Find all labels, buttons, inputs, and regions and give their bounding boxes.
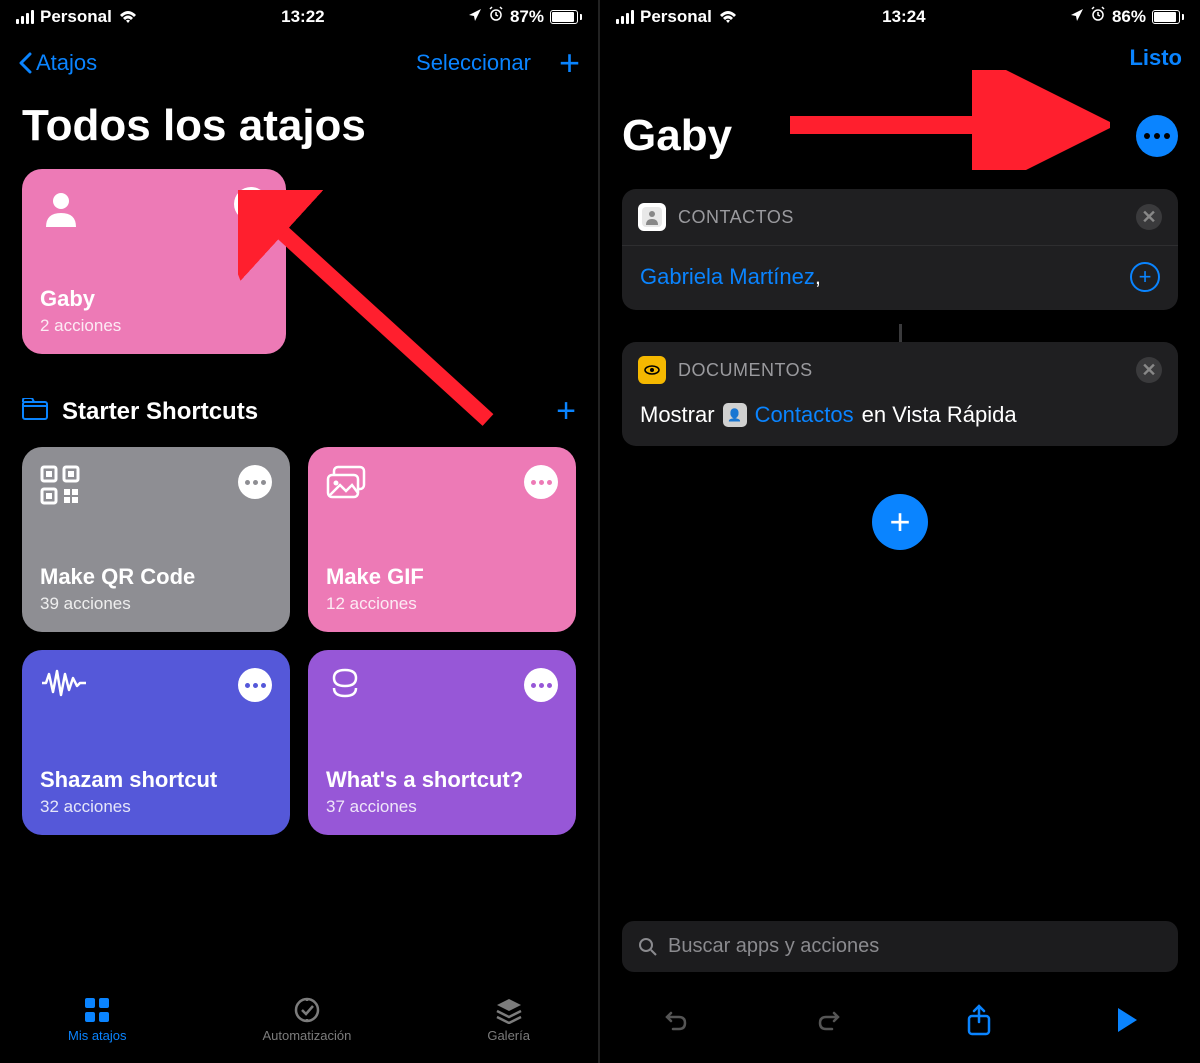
grid-icon <box>83 996 111 1024</box>
card-title: Shazam shortcut <box>40 767 272 793</box>
carrier-label: Personal <box>40 7 112 27</box>
page-title: Todos los atajos <box>0 93 598 169</box>
done-button[interactable]: Listo <box>1129 45 1182 71</box>
back-label: Atajos <box>36 50 97 76</box>
battery-percent: 86% <box>1112 7 1146 27</box>
phone-right-shortcut-editor: Personal 13:24 86% Listo Gaby CONTACTOS … <box>600 0 1200 1063</box>
location-icon <box>468 7 482 27</box>
wave-icon <box>40 668 88 703</box>
qr-icon <box>40 465 80 510</box>
tab-bar: Mis atajos Automatización Galería <box>0 986 598 1063</box>
search-icon <box>638 937 658 957</box>
back-button[interactable]: Atajos <box>18 50 97 76</box>
action-app-name: DOCUMENTOS <box>678 360 1124 381</box>
card-more-button[interactable] <box>234 187 268 221</box>
add-contact-button[interactable]: + <box>1130 262 1160 292</box>
share-button[interactable] <box>966 1004 992 1041</box>
layers-icon <box>326 668 364 711</box>
run-button[interactable] <box>1115 1006 1139 1039</box>
card-more-button[interactable] <box>238 668 272 702</box>
wifi-icon <box>118 10 138 24</box>
add-shortcut-button[interactable]: + <box>559 45 580 81</box>
tab-label: Galería <box>487 1028 530 1043</box>
card-title: What's a shortcut? <box>326 767 558 793</box>
search-placeholder: Buscar apps y acciones <box>668 935 879 958</box>
shortcut-card-qr[interactable]: Make QR Code 39 acciones <box>22 447 290 632</box>
gallery-icon <box>495 996 523 1024</box>
status-bar: Personal 13:22 87% <box>0 0 598 33</box>
variable-token[interactable]: Contactos <box>755 402 854 428</box>
add-action-button[interactable]: + <box>872 494 928 550</box>
shortcut-card-whats[interactable]: What's a shortcut? 37 acciones <box>308 650 576 835</box>
documents-app-icon <box>638 356 666 384</box>
card-subtitle: 12 acciones <box>326 594 558 614</box>
shortcut-card-gaby[interactable]: Gaby 2 acciones <box>22 169 286 354</box>
editor-toolbar <box>600 990 1200 1063</box>
nav-bar: Atajos Seleccionar + <box>0 33 598 93</box>
shortcut-card-shazam[interactable]: Shazam shortcut 32 acciones <box>22 650 290 835</box>
wifi-icon <box>718 10 738 24</box>
tab-my-shortcuts[interactable]: Mis atajos <box>68 996 127 1043</box>
card-more-button[interactable] <box>238 465 272 499</box>
action-app-name: CONTACTOS <box>678 207 1124 228</box>
card-title: Make QR Code <box>40 564 272 590</box>
tab-gallery[interactable]: Galería <box>487 996 530 1043</box>
folder-icon <box>22 398 48 425</box>
tab-automation[interactable]: Automatización <box>262 996 351 1043</box>
select-button[interactable]: Seleccionar <box>416 50 531 76</box>
battery-icon <box>1152 10 1184 24</box>
location-icon <box>1070 7 1084 27</box>
card-subtitle: 2 acciones <box>40 316 268 336</box>
battery-percent: 87% <box>510 7 544 27</box>
card-subtitle: 39 acciones <box>40 594 272 614</box>
alarm-icon <box>488 6 504 27</box>
card-subtitle: 37 acciones <box>326 797 558 817</box>
folder-title: Starter Shortcuts <box>62 398 258 426</box>
search-actions-input[interactable]: Buscar apps y acciones <box>622 921 1178 972</box>
alarm-icon <box>1090 6 1106 27</box>
automation-icon <box>293 996 321 1024</box>
carrier-label: Personal <box>640 7 712 27</box>
contacts-app-icon <box>638 203 666 231</box>
clock-label: 13:24 <box>882 7 925 27</box>
shortcut-name[interactable]: Gaby <box>622 111 732 161</box>
tab-label: Mis atajos <box>68 1028 127 1043</box>
card-title: Make GIF <box>326 564 558 590</box>
redo-button[interactable] <box>814 1005 844 1040</box>
clock-label: 13:22 <box>281 7 324 27</box>
signal-icon <box>616 10 634 24</box>
card-title: Gaby <box>40 286 268 312</box>
battery-icon <box>550 10 582 24</box>
variable-icon: 👤 <box>723 403 747 427</box>
action-text-prefix: Mostrar <box>640 402 715 428</box>
action-block-contacts[interactable]: CONTACTOS ✕ Gabriela Martínez, + <box>622 189 1178 310</box>
card-more-button[interactable] <box>524 668 558 702</box>
shortcut-card-gif[interactable]: Make GIF 12 acciones <box>308 447 576 632</box>
remove-action-button[interactable]: ✕ <box>1136 204 1162 230</box>
phone-left-shortcuts-list: Personal 13:22 87% Atajos Seleccionar + … <box>0 0 600 1063</box>
status-bar: Personal 13:24 86% <box>600 0 1200 33</box>
tab-label: Automatización <box>262 1028 351 1043</box>
photos-icon <box>326 465 370 506</box>
folder-add-button[interactable]: + <box>556 392 576 431</box>
suffix: , <box>815 264 821 289</box>
action-block-documents[interactable]: DOCUMENTOS ✕ Mostrar 👤 Contactos en Vist… <box>622 342 1178 446</box>
action-text-suffix: en Vista Rápida <box>862 402 1017 428</box>
undo-button[interactable] <box>661 1005 691 1040</box>
card-more-button[interactable] <box>524 465 558 499</box>
contact-token[interactable]: Gabriela Martínez <box>640 264 815 289</box>
action-connector <box>899 324 902 342</box>
remove-action-button[interactable]: ✕ <box>1136 357 1162 383</box>
shortcut-settings-button[interactable] <box>1136 115 1178 157</box>
person-icon <box>40 187 82 234</box>
card-subtitle: 32 acciones <box>40 797 272 817</box>
signal-icon <box>16 10 34 24</box>
